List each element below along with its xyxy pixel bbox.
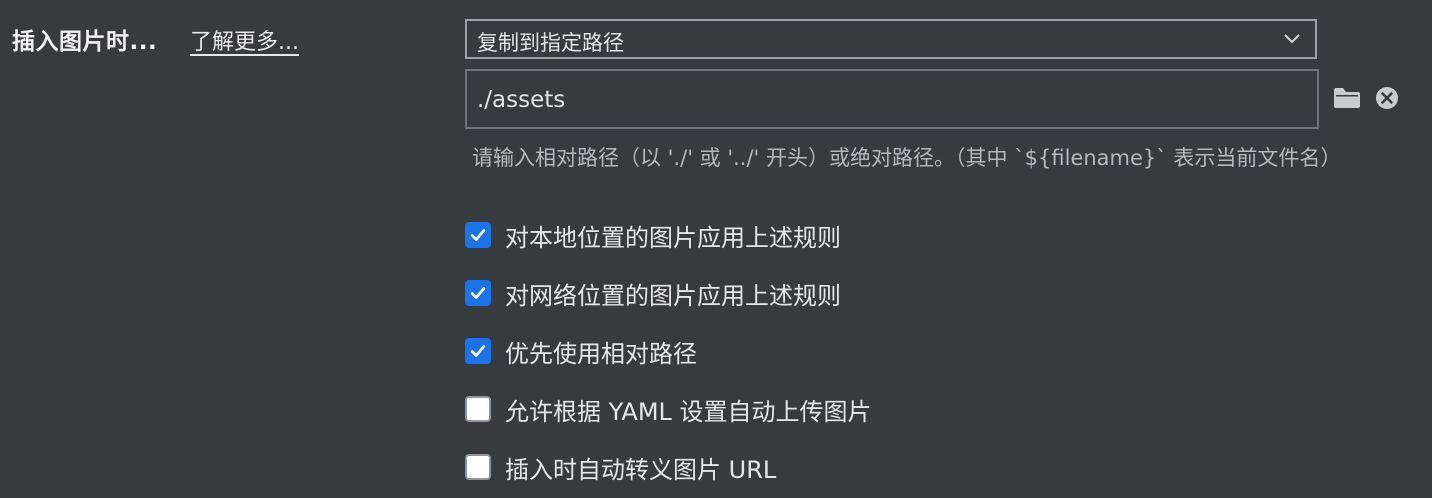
option-apply-network[interactable]: 对网络位置的图片应用上述规则 [465,279,841,310]
option-label: 对网络位置的图片应用上述规则 [505,281,841,310]
option-yaml-upload[interactable]: 允许根据 YAML 设置自动上传图片 [465,395,872,426]
image-insert-settings: 插入图片时... 了解更多... 复制到指定路径 ./assets 请输入相对路… [0,0,1432,498]
option-apply-local[interactable]: 对本地位置的图片应用上述规则 [465,221,841,252]
option-label: 优先使用相对路径 [505,339,697,368]
checkbox[interactable] [465,454,491,480]
option-label: 插入时自动转义图片 URL [505,455,777,484]
checkmark-icon [470,229,486,241]
section-title: 插入图片时... [12,29,158,55]
path-hint: 请输入相对路径（以 './' 或 '../' 开头）或绝对路径。（其中 `${f… [472,146,1342,170]
checkbox[interactable] [465,222,491,248]
option-label: 对本地位置的图片应用上述规则 [505,223,841,252]
checkmark-icon [470,345,486,357]
checkmark-icon [470,287,486,299]
option-prefer-relative[interactable]: 优先使用相对路径 [465,337,697,368]
checkbox[interactable] [465,280,491,306]
option-label: 允许根据 YAML 设置自动上传图片 [505,397,872,426]
select-value: 复制到指定路径 [477,31,624,55]
insert-action-select[interactable]: 复制到指定路径 [465,19,1317,59]
checkbox[interactable] [465,396,491,422]
clear-icon[interactable] [1375,86,1399,110]
checkbox[interactable] [465,338,491,364]
learn-more-link[interactable]: 了解更多... [190,24,299,56]
option-escape-url[interactable]: 插入时自动转义图片 URL [465,453,776,484]
chevron-down-icon [1284,34,1300,44]
path-input[interactable]: ./assets [465,69,1319,129]
folder-icon[interactable] [1333,86,1361,110]
path-input-value: ./assets [477,87,566,113]
